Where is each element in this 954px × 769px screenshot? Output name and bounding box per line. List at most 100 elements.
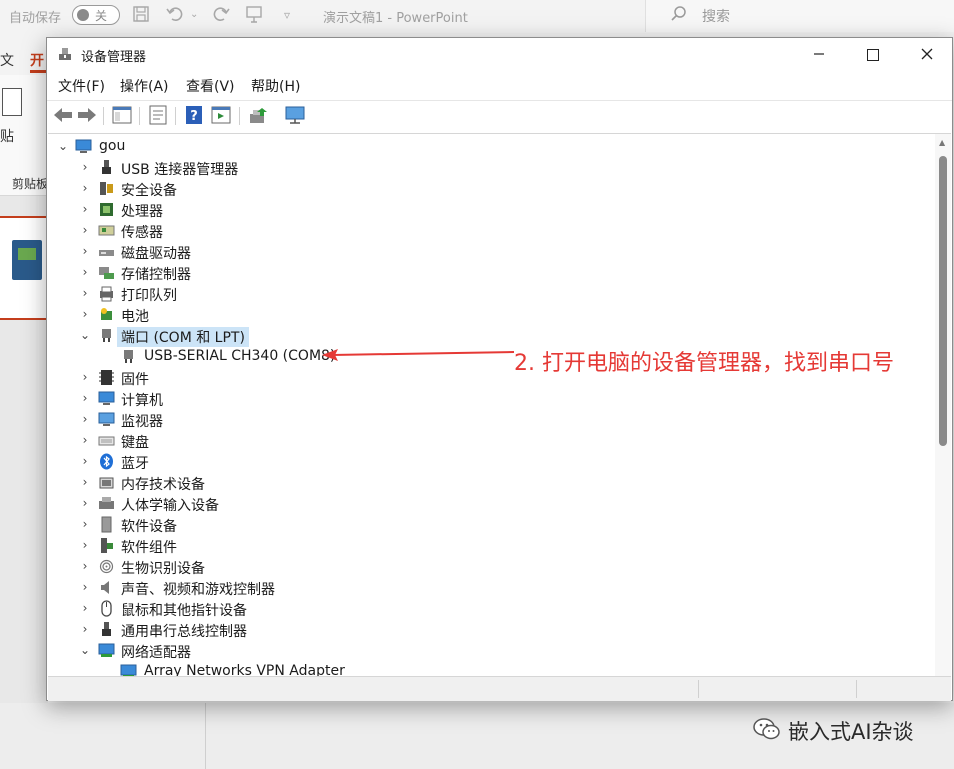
tree-item-category-14[interactable]: › 蓝牙 [48,451,928,472]
chevron-right-icon[interactable]: › [78,451,92,472]
slideshow-icon[interactable] [244,5,264,27]
chevron-right-icon[interactable]: › [78,262,92,283]
chevron-right-icon[interactable]: › [78,241,92,262]
menu-bar: 文件(F) 操作(A) 查看(V) 帮助(H) [47,74,952,98]
chevron-right-icon[interactable]: › [78,388,92,409]
chevron-right-icon[interactable]: › [78,409,92,430]
search-placeholder: 搜索 [702,9,730,25]
tree-item-category-18[interactable]: › 软件组件 [48,535,928,556]
redo-icon[interactable] [210,5,230,27]
tree-item-category-21[interactable]: › 鼠标和其他指针设备 [48,598,928,619]
chevron-right-icon[interactable]: › [78,367,92,388]
board-chip-image [18,248,36,260]
device-manager-icon [59,48,71,60]
tab-file[interactable]: 文 [0,50,14,70]
chevron-right-icon[interactable]: › [78,430,92,451]
close-button[interactable] [900,38,954,70]
chevron-down-icon[interactable]: ⌄ [78,640,92,661]
device-manager-titlebar[interactable]: 设备管理器 [47,38,952,70]
tree-item-label: 打印队列 [121,288,177,304]
tree-item-category-15[interactable]: › 内存技术设备 [48,472,928,493]
status-divider [698,680,699,698]
chevron-right-icon[interactable]: › [78,619,92,640]
usb-controller-icon [102,622,111,636]
tree-item-category-4[interactable]: › 磁盘驱动器 [48,241,928,262]
tree-item-category-16[interactable]: › 人体学输入设备 [48,493,928,514]
tree-item-root[interactable]: ⌄ gou [48,136,928,157]
tree-item-category-2[interactable]: › 处理器 [48,199,928,220]
update-driver-icon[interactable] [247,104,269,126]
tree-item-category-23[interactable]: ⌄ 网络适配器 [48,640,928,661]
device-tree: ⌄ gou › USB 连接器管理器 › 安全设备 › 处理器 › 传感器 › 磁盘驱动器 › 存储控制器… [48,133,951,677]
chevron-right-icon[interactable]: › [78,472,92,493]
menu-help[interactable]: 帮助(H) [251,76,300,96]
chevron-right-icon[interactable]: › [78,220,92,241]
customize-toolbar-icon[interactable]: ▿ [284,8,290,22]
chevron-right-icon[interactable]: › [78,283,92,304]
chevron-down-icon[interactable]: ⌄ [56,136,70,157]
action-pane-icon[interactable] [210,104,232,126]
tree-item-category-6[interactable]: › 打印队列 [48,283,928,304]
tree-item-category-20[interactable]: › 声音、视频和游戏控制器 [48,577,928,598]
tree-item-label: 端口 (COM 和 LPT) [117,327,249,347]
paste-icon[interactable] [2,88,22,116]
slide-thumbnail[interactable] [0,216,48,320]
tree-item-category-19[interactable]: › 生物识别设备 [48,556,928,577]
undo-icon[interactable] [166,5,186,27]
tree-item-category-1[interactable]: › 安全设备 [48,178,928,199]
scroll-up-icon[interactable]: ▲ [939,138,945,147]
wechat-icon [753,718,780,740]
tree-item-label: 蓝牙 [121,456,149,472]
forward-arrow-icon[interactable] [76,104,98,126]
speaker-icon [101,581,109,594]
chevron-right-icon[interactable]: › [78,493,92,514]
menu-view[interactable]: 查看(V) [186,76,235,96]
menu-action[interactable]: 操作(A) [120,76,169,96]
chevron-right-icon[interactable]: › [78,514,92,535]
chevron-right-icon[interactable]: › [78,598,92,619]
back-arrow-icon[interactable] [52,104,74,126]
save-icon[interactable] [132,5,150,27]
menu-file[interactable]: 文件(F) [58,76,105,96]
scan-hardware-icon[interactable] [284,104,306,126]
minimize-button[interactable] [792,38,846,70]
tree-item-category-11[interactable]: › 计算机 [48,388,928,409]
tree-item-category-7[interactable]: › 电池 [48,304,928,325]
chevron-down-icon[interactable]: ⌄ [78,325,92,346]
usb-connector-icon [102,160,111,174]
maximize-button[interactable] [846,38,900,70]
tree-item-label: 软件设备 [121,519,177,535]
chevron-right-icon[interactable]: › [78,157,92,178]
scrollbar-thumb[interactable] [939,156,947,446]
tree-item-child-24[interactable]: Array Networks VPN Adapter [48,661,928,677]
chevron-right-icon[interactable]: › [78,178,92,199]
tree-item-category-13[interactable]: › 键盘 [48,430,928,451]
tree-item-category-5[interactable]: › 存储控制器 [48,262,928,283]
firmware-icon [99,370,114,385]
tree-item-category-0[interactable]: › USB 连接器管理器 [48,157,928,178]
tree-item-category-17[interactable]: › 软件设备 [48,514,928,535]
vertical-scrollbar[interactable]: ▲ [935,134,951,677]
help-icon[interactable]: ? [184,104,206,126]
chevron-right-icon[interactable]: › [78,577,92,598]
tree-item-category-22[interactable]: › 通用串行总线控制器 [48,619,928,640]
window-title: 设备管理器 [81,50,147,65]
tab-home[interactable]: 开 [30,50,44,70]
chevron-right-icon[interactable]: › [78,556,92,577]
tree-item-category-12[interactable]: › 监视器 [48,409,928,430]
search-box[interactable]: 搜索 [645,0,954,32]
chevron-right-icon[interactable]: › [78,304,92,325]
autosave-toggle[interactable]: 关 [72,5,120,25]
tree-item-label: 处理器 [121,204,163,220]
network-adapter-icon [120,664,137,677]
undo-dropdown-icon[interactable]: ⌄ [190,9,198,20]
tree-item-label: 人体学输入设备 [121,498,219,514]
tree-item-label: 电池 [121,309,149,325]
paste-label[interactable]: 贴 [0,126,14,146]
chevron-right-icon[interactable]: › [78,535,92,556]
tree-item-category-3[interactable]: › 传感器 [48,220,928,241]
chevron-right-icon[interactable]: › [78,199,92,220]
software-component-icon [101,538,113,553]
show-hide-tree-icon[interactable] [111,104,133,126]
properties-icon[interactable] [147,104,169,126]
